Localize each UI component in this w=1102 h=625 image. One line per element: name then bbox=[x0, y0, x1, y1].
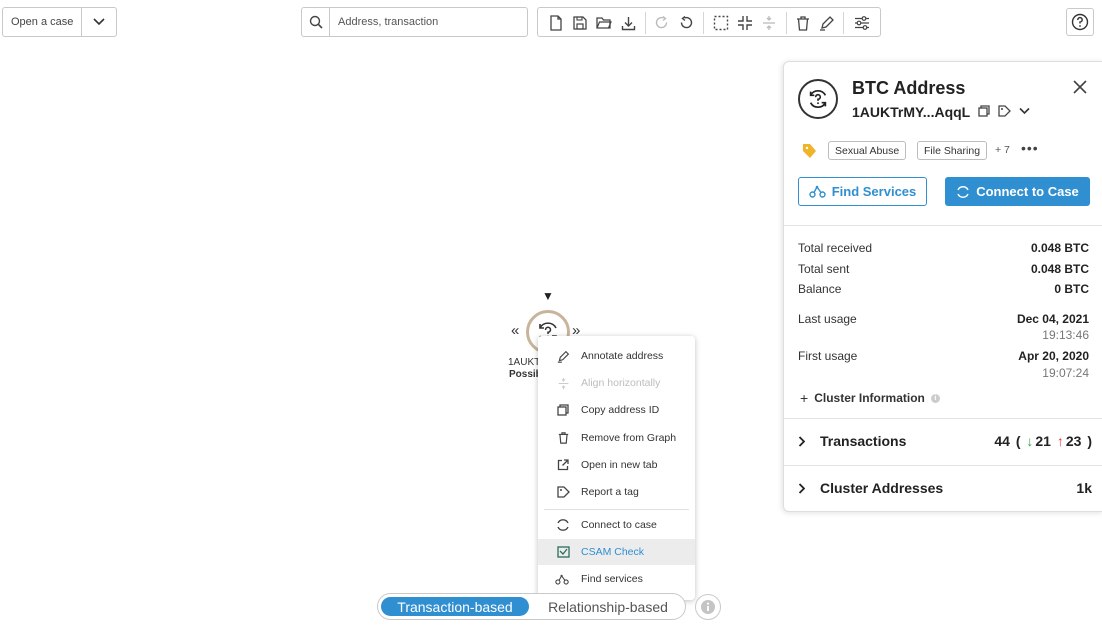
total-received-value: 0.048 BTC bbox=[1030, 241, 1089, 255]
first-usage-date: Apr 20, 2020 bbox=[1018, 349, 1089, 363]
redo-icon bbox=[651, 12, 673, 34]
services-icon bbox=[809, 185, 826, 198]
trash-icon bbox=[556, 431, 570, 445]
cluster-addresses-section[interactable]: Cluster Addresses 1k bbox=[784, 466, 1102, 511]
arrow-down-icon: ↓ bbox=[1026, 433, 1034, 449]
help-icon bbox=[1071, 13, 1089, 31]
tab-transaction-based[interactable]: Transaction-based bbox=[381, 597, 529, 616]
menu-item-csam-check[interactable]: CSAM Check bbox=[538, 539, 695, 565]
find-services-button[interactable]: Find Services bbox=[798, 177, 927, 206]
total-received-label: Total received bbox=[798, 241, 873, 255]
menu-item-copy-address-id[interactable]: Copy address ID bbox=[538, 397, 695, 423]
connect-to-case-button[interactable]: Connect to Case bbox=[945, 177, 1090, 206]
menu-item-connect-to-case[interactable]: Connect to case bbox=[538, 512, 695, 538]
cluster-addresses-value: 1k bbox=[1076, 480, 1092, 496]
open-case-label: Open a case bbox=[11, 16, 74, 28]
close-icon[interactable] bbox=[1073, 80, 1089, 96]
connect-icon bbox=[556, 518, 570, 532]
menu-item-open-in-new-tab[interactable]: Open in new tab bbox=[538, 452, 695, 478]
more-options-icon[interactable]: ••• bbox=[1021, 140, 1039, 156]
graph-toolbar bbox=[537, 7, 881, 37]
address-avatar-icon bbox=[798, 79, 838, 119]
menu-item-annotate-address[interactable]: Annotate address bbox=[538, 343, 695, 369]
address-details-panel: BTC Address 1AUKTrMY...AqqL Sexual Abuse… bbox=[783, 61, 1102, 512]
last-usage-time: 19:13:46 bbox=[1042, 328, 1089, 342]
collapse-icon[interactable] bbox=[734, 12, 756, 34]
panel-title: BTC Address bbox=[852, 78, 966, 98]
balance-label: Balance bbox=[798, 282, 842, 296]
settings-sliders-icon[interactable] bbox=[851, 12, 873, 34]
open-case-select[interactable]: Open a case bbox=[2, 7, 117, 37]
node-address-label: 1AUKT bbox=[508, 357, 541, 368]
chevron-down-icon[interactable] bbox=[1019, 107, 1030, 115]
transactions-out: 23 bbox=[1065, 433, 1082, 449]
undo-icon[interactable] bbox=[675, 12, 697, 34]
view-info-button[interactable] bbox=[695, 594, 721, 620]
menu-item-report-a-tag[interactable]: Report a tag bbox=[538, 479, 695, 505]
last-usage-label: Last usage bbox=[798, 312, 857, 326]
chevron-right-icon bbox=[798, 483, 805, 494]
tab-relationship-based[interactable]: Relationship-based bbox=[538, 597, 678, 616]
align-vertical-icon bbox=[758, 12, 780, 34]
info-icon[interactable]: i bbox=[930, 393, 940, 403]
info-icon bbox=[701, 600, 715, 614]
expand-left-icon[interactable]: « bbox=[511, 322, 519, 339]
node-expand-up-icon[interactable]: ▼ bbox=[542, 289, 554, 303]
help-button[interactable] bbox=[1066, 8, 1094, 36]
new-file-icon[interactable] bbox=[545, 12, 567, 34]
search-input[interactable] bbox=[330, 16, 520, 28]
panel-address: 1AUKTrMY...AqqL bbox=[852, 104, 971, 120]
copy-icon bbox=[556, 403, 570, 417]
open-folder-icon[interactable] bbox=[593, 12, 615, 34]
connect-icon bbox=[957, 185, 969, 198]
first-usage-time: 19:07:24 bbox=[1042, 366, 1089, 380]
services-icon bbox=[555, 572, 569, 586]
search-box[interactable] bbox=[301, 7, 528, 37]
plus-icon: + bbox=[800, 390, 809, 406]
tag-icon[interactable] bbox=[998, 105, 1011, 117]
annotate-pen-icon[interactable] bbox=[816, 12, 838, 34]
trash-icon[interactable] bbox=[792, 12, 814, 34]
label-tag-icon bbox=[802, 143, 817, 159]
copy-icon[interactable] bbox=[978, 105, 990, 117]
more-tags-count[interactable]: + 7 bbox=[995, 144, 1010, 156]
chevron-right-icon bbox=[798, 436, 805, 447]
menu-item-remove-from-graph[interactable]: Remove from Graph bbox=[538, 425, 695, 451]
cluster-information-toggle[interactable]: + Cluster Information i bbox=[800, 390, 940, 406]
transactions-total: 44 bbox=[994, 433, 1010, 449]
select-area-icon[interactable] bbox=[710, 12, 732, 34]
transactions-section[interactable]: Transactions 44 ( ↓ 21 ↑ 23 ) bbox=[784, 419, 1102, 465]
download-icon[interactable] bbox=[617, 12, 639, 34]
align-icon bbox=[556, 376, 570, 390]
total-sent-label: Total sent bbox=[798, 262, 850, 276]
tag-sexual-abuse[interactable]: Sexual Abuse bbox=[828, 141, 907, 160]
last-usage-date: Dec 04, 2021 bbox=[1016, 312, 1089, 326]
menu-item-align-horizontally: Align horizontally bbox=[538, 370, 695, 396]
node-owner-label: Possib bbox=[509, 369, 542, 380]
chevron-down-icon[interactable] bbox=[82, 18, 116, 26]
tag-icon bbox=[556, 485, 570, 499]
save-icon[interactable] bbox=[569, 12, 591, 34]
transactions-in: 21 bbox=[1035, 433, 1051, 449]
external-link-icon bbox=[556, 458, 570, 472]
tag-file-sharing[interactable]: File Sharing bbox=[917, 141, 988, 160]
csam-check-icon bbox=[556, 545, 570, 559]
graph-view-switch: Transaction-based Relationship-based bbox=[377, 593, 686, 620]
arrow-up-icon: ↑ bbox=[1052, 433, 1064, 449]
first-usage-label: First usage bbox=[798, 349, 858, 363]
menu-item-find-services[interactable]: Find services bbox=[538, 566, 695, 592]
balance-value: 0 BTC bbox=[1054, 282, 1089, 296]
total-sent-value: 0.048 BTC bbox=[1030, 262, 1089, 276]
node-context-menu: Annotate address Align horizontally Copy… bbox=[538, 336, 695, 600]
search-icon[interactable] bbox=[302, 8, 330, 36]
pen-icon bbox=[556, 349, 570, 363]
